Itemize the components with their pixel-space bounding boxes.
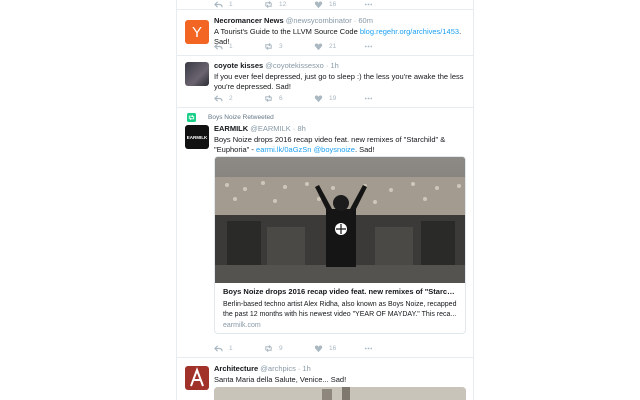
like-button[interactable]: 21 xyxy=(314,42,364,51)
tweet-text: If you ever feel depressed, just go to s… xyxy=(214,72,464,91)
tweet-content: EARMILK @EARMILK · 8h Boys Noize drops 2… xyxy=(214,124,465,155)
avatar[interactable]: EARMILK xyxy=(185,125,209,149)
architecture-photo xyxy=(214,387,466,400)
more-icon xyxy=(364,45,373,48)
reply-icon xyxy=(214,95,223,102)
card-image xyxy=(215,157,465,283)
archpics-logo-icon xyxy=(190,367,204,387)
timeline: 1 12 16 Y Necromancer News @newsycombina… xyxy=(0,0,640,400)
tweet-actions: 2 6 19 xyxy=(214,94,414,103)
timestamp[interactable]: 60m xyxy=(358,16,373,25)
like-button[interactable]: 16 xyxy=(314,344,364,353)
author-handle[interactable]: @archpics xyxy=(260,364,296,373)
retweet-count: 12 xyxy=(279,1,287,8)
tweet[interactable]: Y Necromancer News @newsycombinator · 60… xyxy=(177,10,473,56)
tweet-header: Architecture @archpics · 1h xyxy=(214,364,311,373)
author-handle[interactable]: @coyotekissesxo xyxy=(265,61,323,70)
avatar[interactable] xyxy=(185,366,209,390)
tweet-text: Santa Maria della Salute, Venice... Sad! xyxy=(214,375,347,384)
avatar-letter: Y xyxy=(191,23,202,41)
heart-icon xyxy=(314,95,323,103)
retweet-button[interactable]: 6 xyxy=(264,94,314,103)
like-count: 19 xyxy=(329,95,337,102)
tweet-text: Boys Noize drops 2016 recap video feat. … xyxy=(214,135,446,154)
tweet-content: Architecture @archpics · 1h Santa Maria … xyxy=(214,364,465,385)
tweet-link[interactable]: earmi.lk/0aGzSn xyxy=(256,145,311,154)
concert-photo xyxy=(215,157,465,283)
timestamp[interactable]: 8h xyxy=(298,124,306,133)
like-button[interactable]: 16 xyxy=(314,0,364,9)
reply-button[interactable]: 1 xyxy=(214,42,264,51)
retweet-context-label[interactable]: Boys Noize Retweeted xyxy=(208,114,274,121)
tweet-stream: 1 12 16 Y Necromancer News @newsycombina… xyxy=(176,0,474,400)
author-handle[interactable]: @EARMILK xyxy=(250,124,291,133)
reply-count: 1 xyxy=(229,345,233,352)
card-title: Boys Noize drops 2016 recap video feat. … xyxy=(223,287,457,296)
retweet-button[interactable]: 9 xyxy=(264,344,314,353)
tweet-actions: 1 3 21 xyxy=(214,42,414,51)
heart-icon xyxy=(314,43,323,51)
mention-link[interactable]: @boysnoize xyxy=(314,145,355,154)
tweet[interactable]: Boys Noize Retweeted EARMILK EARMILK @EA… xyxy=(177,108,473,358)
more-icon xyxy=(364,347,373,350)
reply-icon xyxy=(214,1,223,8)
tweet-partial: 1 12 16 xyxy=(177,0,473,10)
more-button[interactable] xyxy=(364,94,414,103)
retweet-button[interactable]: 3 xyxy=(264,42,314,51)
retweet-icon xyxy=(265,94,272,103)
tweet-actions: 1 12 16 xyxy=(214,0,414,9)
author-handle[interactable]: @newsycombinator xyxy=(286,16,352,25)
tweet-header: EARMILK @EARMILK · 8h xyxy=(214,124,306,133)
retweet-count: 3 xyxy=(279,43,283,50)
author-name[interactable]: Architecture xyxy=(214,364,258,373)
retweet-icon xyxy=(265,0,272,9)
tweet-header: Necromancer News @newsycombinator · 60m xyxy=(214,16,373,25)
retweet-icon xyxy=(265,344,272,353)
card-description: Berlin-based techno artist Alex Ridha, a… xyxy=(223,301,457,318)
reply-count: 1 xyxy=(229,43,233,50)
reply-button[interactable]: 1 xyxy=(214,344,264,353)
heart-icon xyxy=(314,345,323,353)
avatar-logo-text: EARMILK xyxy=(186,134,208,140)
like-button[interactable]: 19 xyxy=(314,94,364,103)
retweet-button[interactable]: 12 xyxy=(264,0,314,9)
more-button[interactable] xyxy=(364,42,414,51)
card-body: Boys Noize drops 2016 recap video feat. … xyxy=(215,283,465,333)
author-name[interactable]: Necromancer News xyxy=(214,16,284,25)
author-name[interactable]: EARMILK xyxy=(214,124,248,133)
reply-button[interactable]: 2 xyxy=(214,94,264,103)
tweet-link[interactable]: blog.regehr.org/archives/1453 xyxy=(360,27,459,36)
more-icon xyxy=(364,3,373,6)
reply-button[interactable]: 1 xyxy=(214,0,264,9)
more-button[interactable] xyxy=(364,344,414,353)
tweet[interactable]: Architecture @archpics · 1h Santa Maria … xyxy=(177,358,473,400)
link-card[interactable]: Boys Noize drops 2016 recap video feat. … xyxy=(214,156,466,334)
retweet-icon xyxy=(265,42,272,51)
like-count: 16 xyxy=(329,1,337,8)
tweet-header: coyote kisses @coyotekissesxo · 1h xyxy=(214,61,339,70)
reply-count: 2 xyxy=(229,95,233,102)
reply-count: 1 xyxy=(229,1,233,8)
retweet-context: Boys Noize Retweeted xyxy=(187,113,274,122)
avatar[interactable] xyxy=(185,62,209,86)
more-icon xyxy=(364,97,373,100)
tweet[interactable]: coyote kisses @coyotekissesxo · 1h If yo… xyxy=(177,56,473,108)
author-name[interactable]: coyote kisses xyxy=(214,61,263,70)
retweet-count: 9 xyxy=(279,345,283,352)
avatar[interactable]: Y xyxy=(185,20,209,44)
heart-icon xyxy=(314,1,323,9)
like-count: 16 xyxy=(329,345,337,352)
retweet-count: 6 xyxy=(279,95,283,102)
retweet-icon xyxy=(187,113,196,122)
reply-icon xyxy=(214,345,223,352)
media-preview[interactable] xyxy=(214,387,466,400)
tweet-actions: 1 9 16 xyxy=(214,344,414,353)
like-count: 21 xyxy=(329,43,337,50)
card-domain: earmilk.com xyxy=(223,322,261,329)
timestamp[interactable]: 1h xyxy=(303,364,311,373)
reply-icon xyxy=(214,43,223,50)
tweet-content: coyote kisses @coyotekissesxo · 1h If yo… xyxy=(214,61,465,92)
more-button[interactable] xyxy=(364,0,414,9)
timestamp[interactable]: 1h xyxy=(330,61,338,70)
